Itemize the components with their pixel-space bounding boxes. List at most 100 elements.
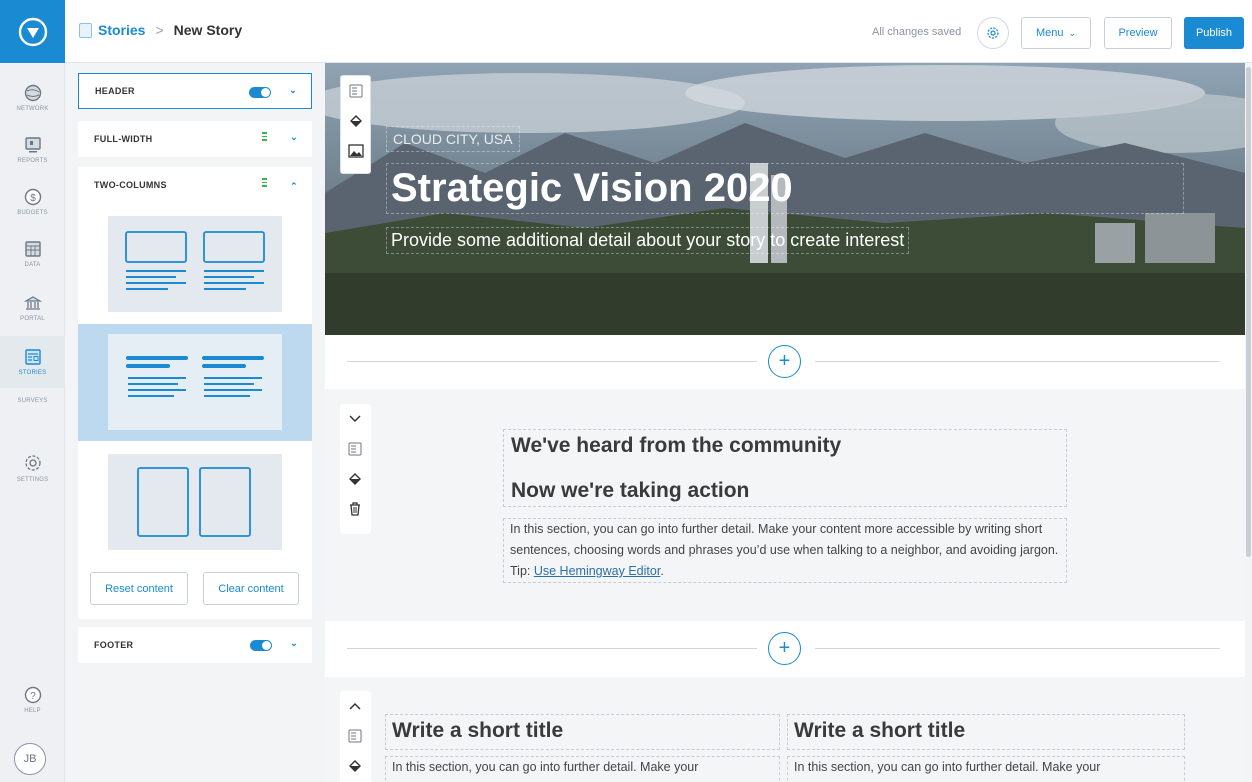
paint-bucket-icon[interactable]: [340, 464, 370, 494]
hero-subtitle[interactable]: Provide some additional detail about you…: [386, 227, 910, 254]
footer-toggle[interactable]: [250, 640, 272, 651]
add-section-button[interactable]: +: [768, 632, 801, 665]
section-heading[interactable]: We've heard from the community: [511, 434, 841, 458]
column-1-title[interactable]: Write a short title: [392, 719, 563, 743]
nav-label: REPORTS: [17, 158, 48, 164]
hero-eyebrow[interactable]: CLOUD CITY, USA: [386, 126, 520, 152]
nav-settings[interactable]: SETTINGS: [0, 442, 65, 494]
publish-button[interactable]: Publish: [1184, 17, 1244, 49]
layout-icon[interactable]: [341, 76, 371, 106]
header-toggle[interactable]: [249, 87, 271, 98]
section-subheading[interactable]: Now we're taking action: [511, 479, 749, 503]
section-toolbar: [340, 691, 371, 782]
divider: [815, 361, 1220, 362]
drag-handle-icon[interactable]: [262, 132, 268, 144]
nav-label: BUDGETS: [17, 210, 48, 216]
menu-button[interactable]: Menu ⌄: [1021, 17, 1091, 49]
add-section-button[interactable]: +: [768, 345, 801, 378]
section-full-width[interactable]: FULL-WIDTH ⌄: [78, 121, 312, 157]
column-1-body-block[interactable]: In this section, you can go into further…: [385, 756, 780, 782]
clear-content-button[interactable]: Clear content: [203, 572, 299, 605]
globe-icon: [24, 84, 41, 102]
nav-surveys[interactable]: SURVEYS: [0, 385, 65, 413]
scrollbar-track[interactable]: [1245, 63, 1252, 782]
section-footer[interactable]: FOOTER ⌄: [78, 627, 312, 663]
column-2-title-block[interactable]: Write a short title: [787, 714, 1185, 750]
nav-label: STORIES: [18, 370, 47, 376]
dollar-icon: $: [24, 188, 41, 206]
drag-handle-icon[interactable]: [262, 178, 268, 190]
breadcrumb: Stories > New Story: [79, 22, 242, 38]
nav-label: PORTAL: [20, 316, 45, 322]
trash-icon[interactable]: [340, 494, 370, 524]
nav-stories[interactable]: STORIES: [0, 336, 65, 388]
nav-help[interactable]: ? HELP: [0, 674, 65, 726]
building-icon: [23, 296, 42, 310]
section-two-columns[interactable]: TWO-COLUMNS ⌃: [78, 167, 312, 203]
section-header[interactable]: HEADER ⌄: [78, 73, 312, 109]
app-logo[interactable]: [0, 0, 65, 63]
chevron-down-icon: ⌄: [1068, 27, 1077, 38]
heading-block[interactable]: We've heard from the community Now we're…: [503, 429, 1067, 507]
breadcrumb-stories-link[interactable]: Stories: [98, 22, 145, 38]
nav-portal[interactable]: PORTAL: [0, 282, 65, 334]
chevron-up-icon[interactable]: ⌃: [290, 181, 298, 192]
nav-label: NETWORK: [16, 106, 49, 112]
chevron-down-icon[interactable]: [340, 404, 370, 434]
scrollbar-thumb[interactable]: [1246, 67, 1251, 557]
paint-bucket-icon[interactable]: [340, 751, 370, 781]
nav-network[interactable]: NETWORK: [0, 72, 65, 124]
section-body-block[interactable]: In this section, you can go into further…: [503, 518, 1067, 583]
column-2-body: In this section, you can go into further…: [794, 760, 1101, 774]
column-2-body-block[interactable]: In this section, you can go into further…: [787, 756, 1185, 782]
chevron-down-icon[interactable]: ⌄: [290, 132, 298, 143]
divider: [815, 648, 1220, 649]
divider: [347, 648, 757, 649]
stories-icon: [24, 349, 41, 365]
layout-image-image-icon: [137, 467, 251, 537]
column-2-title[interactable]: Write a short title: [794, 719, 965, 743]
hero-toolbar: [340, 75, 371, 174]
preview-button[interactable]: Preview: [1104, 17, 1172, 49]
text-section[interactable]: We've heard from the community Now we're…: [325, 389, 1245, 621]
layout-option-image-image[interactable]: [108, 454, 282, 550]
top-bar: Stories > New Story All changes saved Me…: [65, 0, 1252, 63]
layout-icon[interactable]: [340, 434, 370, 464]
user-avatar[interactable]: JB: [14, 743, 46, 775]
image-icon[interactable]: [341, 136, 371, 166]
hero-title[interactable]: Strategic Vision 2020: [386, 163, 1184, 214]
nav-data[interactable]: DATA: [0, 228, 65, 280]
page-title: New Story: [173, 22, 243, 38]
nav-budgets[interactable]: $ BUDGETS: [0, 176, 65, 228]
nav-reports[interactable]: REPORTS: [0, 124, 65, 176]
chevron-down-icon[interactable]: ⌄: [290, 638, 298, 649]
logo-icon: [18, 17, 47, 46]
question-icon: ?: [24, 686, 41, 704]
divider: [347, 361, 757, 362]
section-toolbar: [340, 404, 371, 534]
column-1-title-block[interactable]: Write a short title: [385, 714, 780, 750]
hemingway-link[interactable]: Use Hemingway Editor: [534, 564, 660, 578]
table-icon: [24, 241, 41, 257]
chevron-down-icon[interactable]: ⌄: [289, 85, 297, 96]
settings-button[interactable]: [977, 17, 1009, 49]
svg-text:$: $: [30, 193, 36, 204]
layout-icon[interactable]: [340, 721, 370, 751]
nav-label: DATA: [24, 262, 41, 268]
gear-icon: [24, 455, 41, 471]
menu-label: Menu: [1035, 27, 1064, 39]
monitor-icon: [24, 137, 41, 153]
chevron-up-icon[interactable]: [340, 691, 370, 721]
two-column-section[interactable]: Write a short title In this section, you…: [325, 677, 1245, 782]
paint-bucket-icon[interactable]: [341, 106, 371, 136]
nav-label: SETTINGS: [16, 477, 49, 483]
hero-section[interactable]: CLOUD CITY, USA Strategic Vision 2020 Pr…: [325, 63, 1245, 335]
nav-label: HELP: [24, 708, 41, 714]
reset-content-button[interactable]: Reset content: [90, 572, 188, 605]
section-label: TWO-COLUMNS: [94, 180, 167, 190]
svg-text:?: ?: [30, 691, 36, 702]
layout-option-image-text[interactable]: [108, 216, 282, 312]
section-label: FOOTER: [94, 640, 134, 650]
layout-option-text-text[interactable]: [108, 334, 282, 430]
add-section-row: +: [325, 335, 1245, 389]
